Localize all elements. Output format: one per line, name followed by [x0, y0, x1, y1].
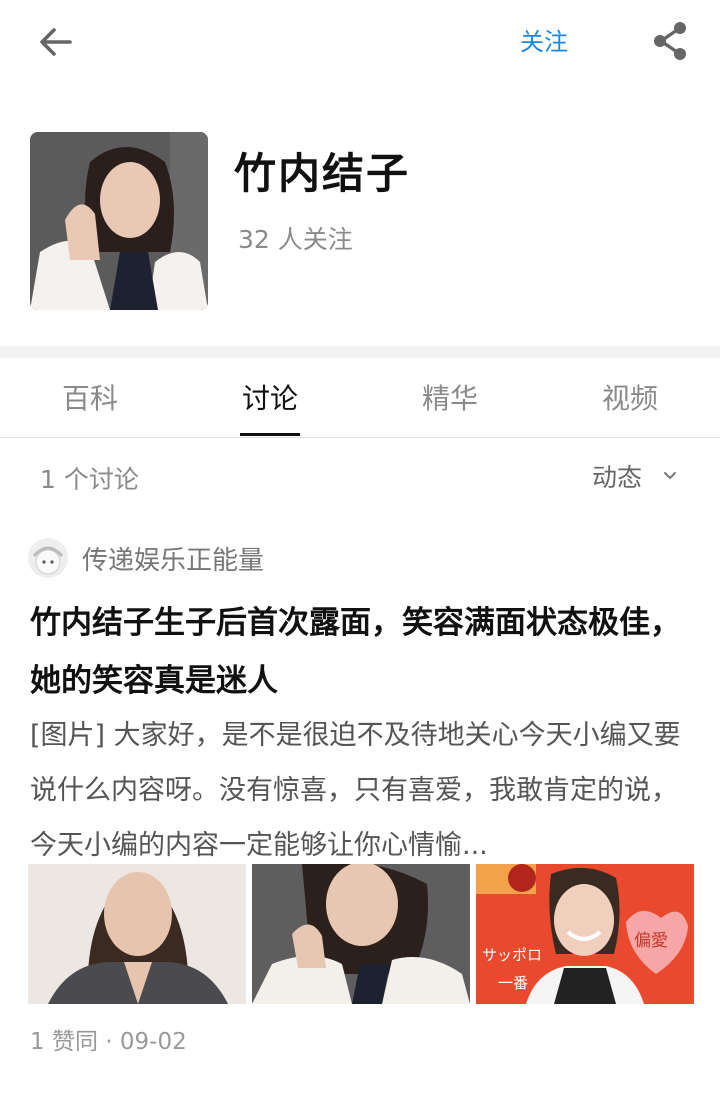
sort-label: 动态	[592, 463, 643, 492]
author-avatar[interactable]	[28, 538, 68, 578]
profile-header: 竹内结子 32 人关注	[0, 84, 720, 346]
sort-dropdown[interactable]: 动态	[592, 458, 677, 494]
back-button[interactable]	[34, 20, 78, 64]
banner-text-c: 偏愛	[634, 931, 668, 951]
post-image-1[interactable]	[28, 864, 246, 1004]
tab-video[interactable]: 视频	[560, 358, 700, 438]
author-avatar-image	[28, 538, 68, 578]
arrow-left-icon	[40, 28, 72, 56]
portrait-image	[252, 864, 470, 1004]
chevron-down-icon	[664, 472, 677, 480]
tab-encyclopedia[interactable]: 百科	[20, 358, 160, 438]
discussion-header: 1 个讨论 动态	[0, 440, 720, 512]
profile-avatar[interactable]	[30, 132, 208, 310]
author-name[interactable]: 传递娱乐正能量	[82, 540, 264, 577]
banner-text-a: サッポロ	[482, 946, 542, 964]
post-image-3[interactable]: サッポロ 一番 偏愛	[476, 864, 694, 1004]
top-bar: 关注	[0, 0, 720, 84]
post-excerpt[interactable]: [图片] 大家好，是不是很迫不及待地关心今天小编又要说什么内容呀。没有惊喜，只有…	[30, 708, 690, 873]
post-meta: 1 赞同 · 09-02	[30, 1029, 187, 1055]
event-photo-image: サッポロ 一番 偏愛	[476, 864, 694, 1004]
tab-featured[interactable]: 精华	[380, 358, 520, 438]
tab-discussion[interactable]: 讨论	[200, 358, 340, 438]
follower-count: 32 人关注	[238, 225, 353, 254]
post-image-gallery: サッポロ 一番 偏愛	[28, 864, 694, 1004]
share-icon	[654, 22, 686, 60]
portrait-image	[28, 864, 246, 1004]
post-title[interactable]: 竹内结子生子后首次露面，笑容满面状态极佳，她的笑容真是迷人	[30, 594, 690, 710]
tab-bar: 百科 讨论 精华 视频	[0, 358, 720, 438]
section-divider	[0, 346, 720, 358]
discussion-count: 1 个讨论	[40, 465, 139, 494]
profile-name: 竹内结子	[234, 149, 411, 198]
share-button[interactable]	[648, 18, 694, 64]
active-tab-indicator	[240, 433, 300, 436]
discussion-post[interactable]: 传递娱乐正能量 竹内结子生子后首次露面，笑容满面状态极佳，她的笑容真是迷人 [图…	[0, 530, 720, 1070]
post-image-2[interactable]	[252, 864, 470, 1004]
follow-button[interactable]: 关注	[520, 24, 568, 60]
profile-photo	[30, 132, 208, 310]
banner-text-b: 一番	[498, 974, 528, 992]
